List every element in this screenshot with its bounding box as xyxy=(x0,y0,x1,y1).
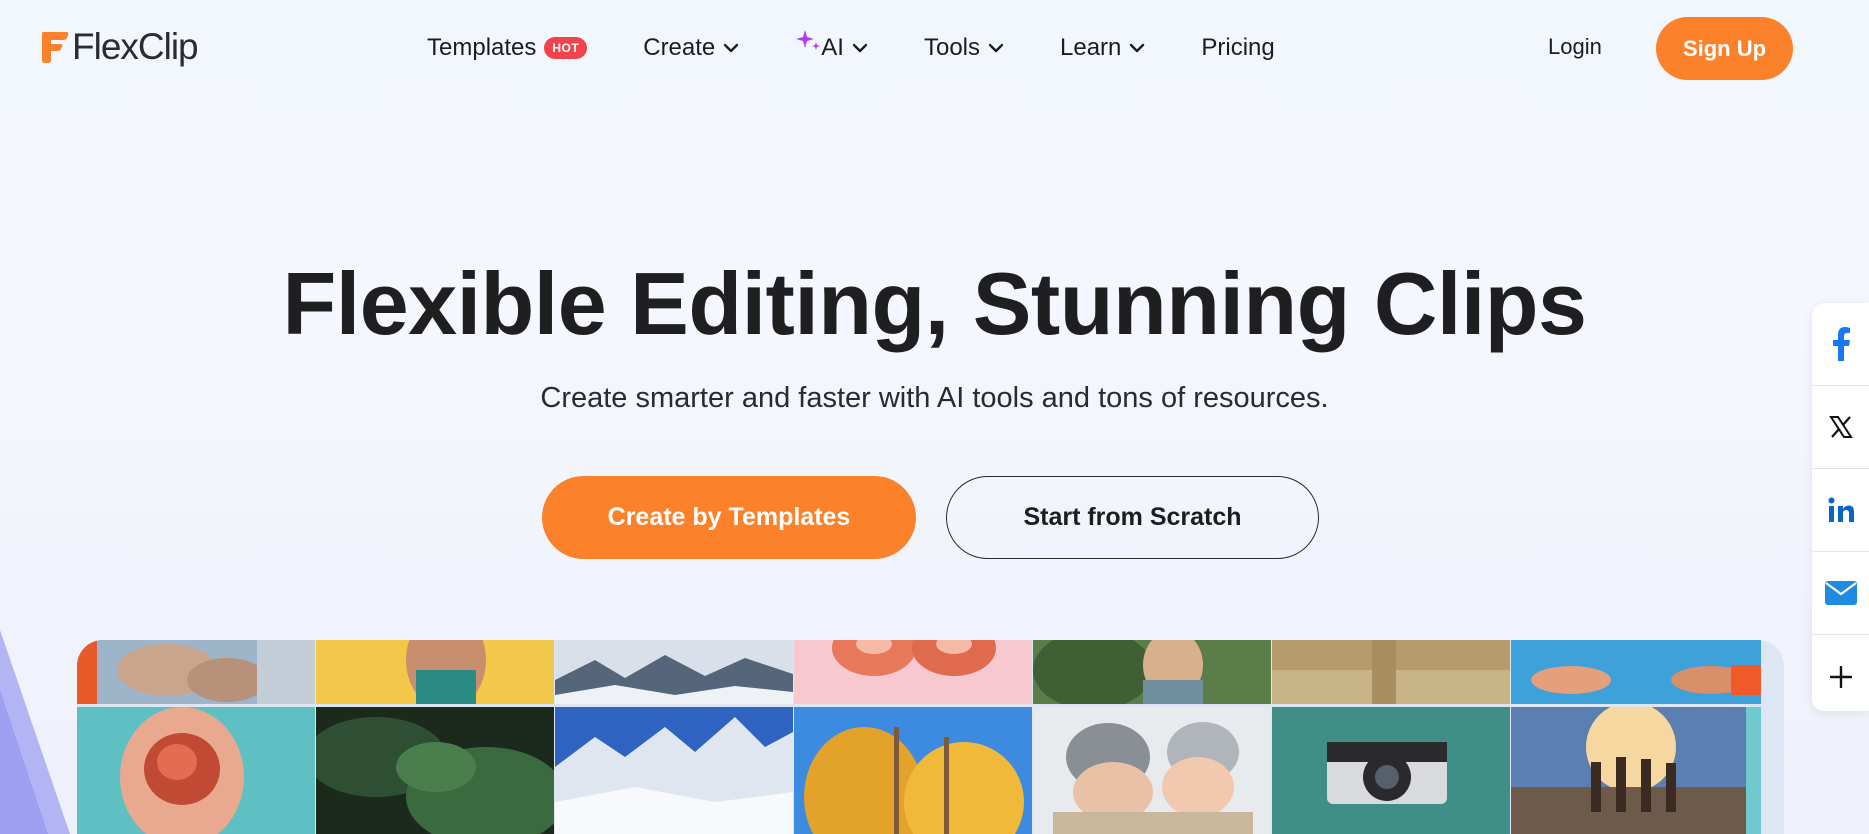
gallery-tile[interactable] xyxy=(1272,707,1510,834)
gallery-tile[interactable] xyxy=(77,707,315,834)
header: FlexClip Templates HOT Create AI Tools L… xyxy=(0,0,1869,96)
chevron-down-icon xyxy=(852,43,868,53)
gallery-column xyxy=(316,640,554,834)
share-linkedin[interactable] xyxy=(1812,469,1869,552)
nav-templates-label: Templates xyxy=(427,34,537,61)
linkedin-icon xyxy=(1828,497,1854,522)
nav-ai[interactable]: AI xyxy=(795,30,868,62)
gallery-tile[interactable] xyxy=(1033,640,1271,704)
gallery-column xyxy=(1033,640,1271,834)
gallery-tile[interactable] xyxy=(1033,707,1271,834)
logo-wordmark: FlexClip xyxy=(72,26,199,67)
create-by-templates-button[interactable]: Create by Templates xyxy=(542,476,916,559)
gallery-tile[interactable] xyxy=(1511,707,1761,834)
gallery-column xyxy=(794,640,1032,834)
chevron-down-icon xyxy=(1130,43,1145,53)
share-x[interactable] xyxy=(1812,386,1869,469)
gallery-tile[interactable] xyxy=(77,640,315,704)
gallery-tile[interactable] xyxy=(1511,640,1761,704)
template-gallery xyxy=(77,640,1784,834)
gallery-column xyxy=(1272,640,1510,834)
decorative-triangle xyxy=(0,630,70,834)
chevron-down-icon xyxy=(988,43,1004,53)
nav-pricing-label: Pricing xyxy=(1201,34,1275,61)
nav-tools[interactable]: Tools xyxy=(924,34,1004,62)
chevron-down-icon xyxy=(724,43,739,53)
flexclip-logo[interactable]: FlexClip xyxy=(40,24,199,70)
social-share-bar xyxy=(1812,303,1869,711)
nav-create[interactable]: Create xyxy=(643,34,739,62)
facebook-icon xyxy=(1832,327,1850,361)
nav-create-label: Create xyxy=(643,34,716,61)
share-more[interactable] xyxy=(1812,635,1869,718)
login-link[interactable]: Login xyxy=(1548,34,1602,60)
gallery-tile[interactable] xyxy=(555,707,793,834)
nav-learn[interactable]: Learn xyxy=(1060,34,1145,62)
nav-tools-label: Tools xyxy=(923,34,980,61)
gallery-column xyxy=(1511,640,1761,834)
gallery-tile[interactable] xyxy=(316,707,554,834)
share-email[interactable] xyxy=(1812,552,1869,635)
main-nav: Templates HOT Create AI Tools Learn Pric… xyxy=(427,28,1275,68)
signup-button[interactable]: Sign Up xyxy=(1656,17,1793,80)
gallery-tile[interactable] xyxy=(555,640,793,704)
gallery-tile[interactable] xyxy=(1272,640,1510,704)
nav-templates[interactable]: Templates HOT xyxy=(427,34,588,62)
nav-ai-label: AI xyxy=(821,34,844,61)
share-facebook[interactable] xyxy=(1812,303,1869,386)
gallery-column xyxy=(555,640,793,834)
mail-icon xyxy=(1824,581,1857,605)
ai-sparkle-icon xyxy=(796,30,821,50)
plus-icon xyxy=(1829,665,1852,688)
hot-badge: HOT xyxy=(544,37,588,59)
gallery-tile[interactable] xyxy=(316,640,554,704)
gallery-tile[interactable] xyxy=(794,707,1032,834)
hero-title: Flexible Editing, Stunning Clips xyxy=(282,254,1588,353)
nav-pricing[interactable]: Pricing xyxy=(1201,34,1274,62)
nav-learn-label: Learn xyxy=(1060,34,1122,61)
hero-subtitle: Create smarter and faster with AI tools … xyxy=(540,382,1329,414)
logo-mark-icon xyxy=(42,32,69,63)
gallery-tile[interactable] xyxy=(794,640,1032,704)
start-from-scratch-button[interactable]: Start from Scratch xyxy=(946,476,1319,559)
x-icon xyxy=(1828,416,1853,438)
gallery-column xyxy=(77,640,315,834)
